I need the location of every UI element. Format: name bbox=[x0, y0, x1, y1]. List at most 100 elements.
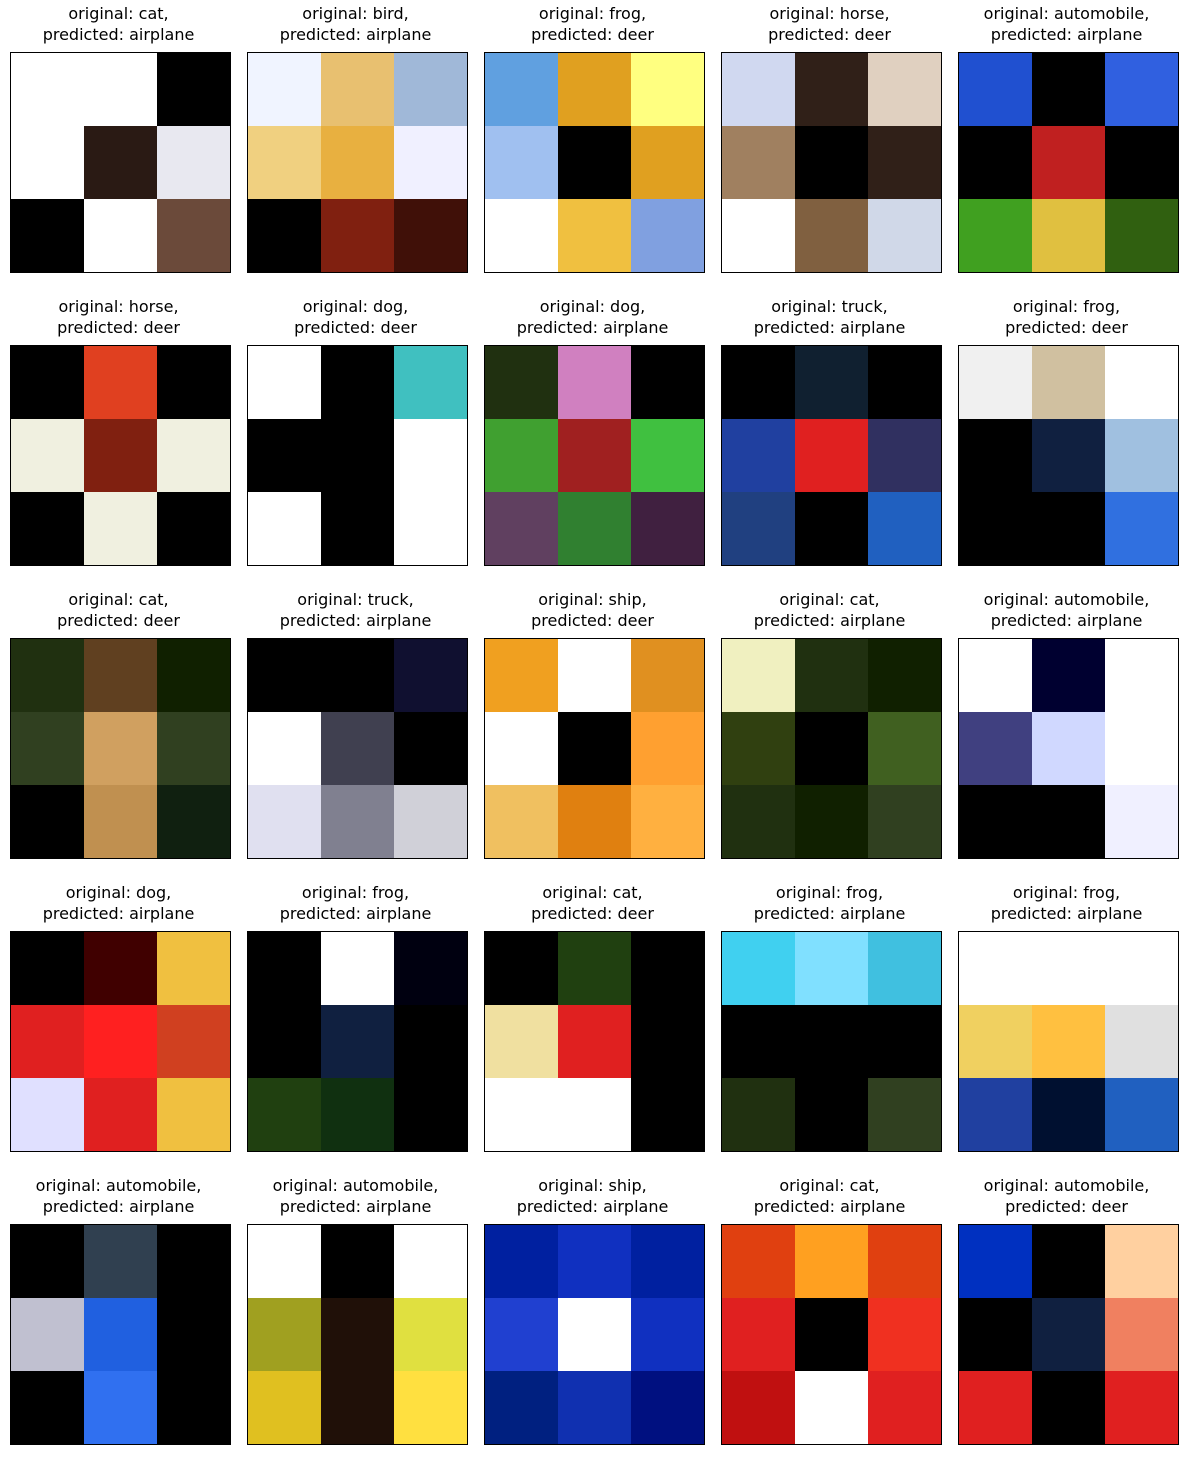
panel-title: original: automobile, predicted: airplane bbox=[948, 589, 1185, 631]
image-block bbox=[248, 199, 323, 272]
panel-title: original: cat, predicted: airplane bbox=[711, 589, 948, 631]
image-block bbox=[321, 126, 396, 201]
sample-image bbox=[721, 1224, 942, 1445]
image-block bbox=[248, 53, 323, 128]
original-label: original: automobile, bbox=[983, 590, 1150, 609]
panel-title: original: cat, predicted: deer bbox=[0, 589, 237, 631]
image-block bbox=[959, 932, 1034, 1007]
image-block bbox=[722, 492, 797, 565]
sample-image bbox=[247, 345, 468, 566]
image-block bbox=[795, 1371, 870, 1444]
predicted-label: predicted: airplane bbox=[42, 25, 195, 44]
image-block bbox=[558, 1225, 633, 1300]
image-block bbox=[868, 639, 941, 714]
predicted-label: predicted: airplane bbox=[516, 1197, 669, 1216]
image-block bbox=[631, 785, 704, 858]
image-block bbox=[1032, 785, 1107, 858]
image-block bbox=[868, 932, 941, 1007]
image-block bbox=[1032, 126, 1107, 201]
image-block bbox=[959, 639, 1034, 714]
pixel-image bbox=[722, 1225, 941, 1444]
sample-image bbox=[484, 1224, 705, 1445]
image-block bbox=[795, 126, 870, 201]
image-block bbox=[631, 1371, 704, 1444]
prediction-panel: original: cat, predicted: airplane bbox=[711, 586, 948, 864]
pixel-image bbox=[485, 53, 704, 272]
predicted-label: predicted: airplane bbox=[753, 318, 906, 337]
image-block bbox=[795, 1298, 870, 1373]
image-block bbox=[722, 785, 797, 858]
panel-title: original: frog, predicted: airplane bbox=[711, 882, 948, 924]
image-block bbox=[321, 1371, 396, 1444]
image-block bbox=[394, 785, 467, 858]
image-block bbox=[868, 1371, 941, 1444]
image-block bbox=[1105, 126, 1178, 201]
pixel-image bbox=[722, 53, 941, 272]
image-block bbox=[795, 785, 870, 858]
image-block bbox=[157, 1371, 230, 1444]
prediction-panel: original: automobile, predicted: deer bbox=[948, 1172, 1185, 1450]
predicted-label: predicted: airplane bbox=[279, 25, 432, 44]
image-block bbox=[84, 419, 159, 494]
image-block bbox=[1105, 346, 1178, 421]
image-block bbox=[11, 492, 86, 565]
image-block bbox=[1105, 785, 1178, 858]
original-label: original: cat, bbox=[542, 883, 643, 902]
pixel-image bbox=[485, 1225, 704, 1444]
image-block bbox=[631, 53, 704, 128]
image-block bbox=[485, 1298, 560, 1373]
image-block bbox=[631, 712, 704, 787]
image-block bbox=[868, 53, 941, 128]
image-block bbox=[558, 1078, 633, 1151]
image-block bbox=[631, 419, 704, 494]
image-block bbox=[959, 1005, 1034, 1080]
image-block bbox=[1032, 199, 1107, 272]
panel-title: original: automobile, predicted: deer bbox=[948, 1175, 1185, 1217]
image-block bbox=[631, 639, 704, 714]
image-block bbox=[722, 53, 797, 128]
prediction-panel: original: frog, predicted: airplane bbox=[711, 879, 948, 1157]
predicted-label: predicted: airplane bbox=[516, 318, 669, 337]
original-label: original: dog, bbox=[302, 297, 409, 316]
prediction-panel: original: ship, predicted: airplane bbox=[474, 1172, 711, 1450]
image-block bbox=[11, 785, 86, 858]
image-block bbox=[485, 199, 560, 272]
image-block bbox=[394, 419, 467, 494]
image-block bbox=[558, 1371, 633, 1444]
image-block bbox=[959, 1225, 1034, 1300]
pixel-image bbox=[959, 932, 1178, 1151]
image-block bbox=[795, 712, 870, 787]
pixel-image bbox=[11, 1225, 230, 1444]
predicted-label: predicted: airplane bbox=[279, 1197, 432, 1216]
image-block bbox=[795, 53, 870, 128]
predicted-label: predicted: airplane bbox=[42, 1197, 195, 1216]
image-block bbox=[157, 419, 230, 494]
prediction-panel: original: dog, predicted: airplane bbox=[0, 879, 237, 1157]
prediction-panel: original: cat, predicted: deer bbox=[474, 879, 711, 1157]
sample-image bbox=[484, 52, 705, 273]
image-block bbox=[959, 419, 1034, 494]
image-block bbox=[485, 1078, 560, 1151]
image-block bbox=[1105, 199, 1178, 272]
image-block bbox=[795, 1225, 870, 1300]
sample-image bbox=[958, 638, 1179, 859]
image-block bbox=[321, 712, 396, 787]
sample-image bbox=[247, 638, 468, 859]
image-block bbox=[321, 346, 396, 421]
image-block bbox=[722, 419, 797, 494]
image-block bbox=[84, 1225, 159, 1300]
image-block bbox=[558, 199, 633, 272]
image-block bbox=[157, 53, 230, 128]
image-block bbox=[11, 1225, 86, 1300]
original-label: original: cat, bbox=[68, 4, 169, 23]
image-block bbox=[248, 639, 323, 714]
image-block bbox=[1105, 1298, 1178, 1373]
pixel-image bbox=[248, 932, 467, 1151]
sample-image bbox=[484, 345, 705, 566]
predicted-label: predicted: airplane bbox=[990, 611, 1143, 630]
image-block bbox=[321, 639, 396, 714]
pixel-image bbox=[722, 639, 941, 858]
image-block bbox=[868, 492, 941, 565]
image-block bbox=[394, 492, 467, 565]
image-block bbox=[631, 1225, 704, 1300]
